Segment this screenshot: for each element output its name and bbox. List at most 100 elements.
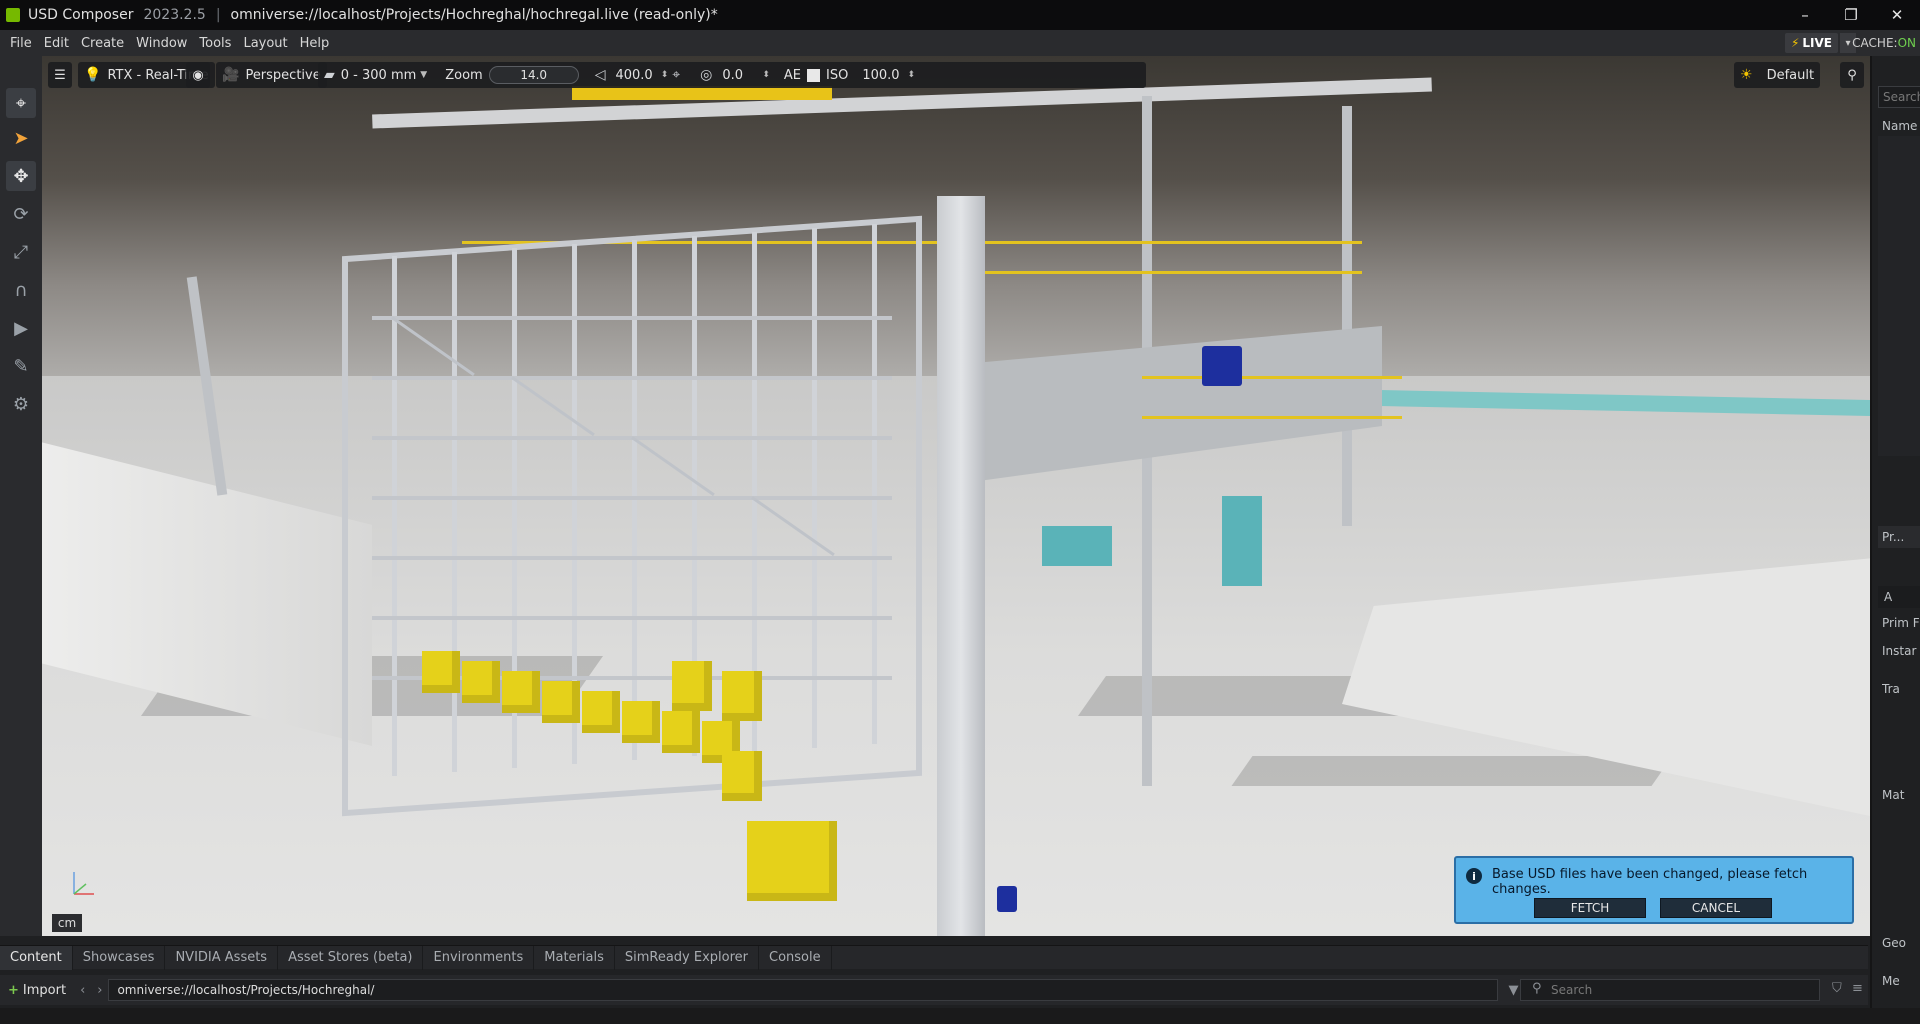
camera-label: Perspective <box>245 67 321 83</box>
stage-search-field[interactable]: Search <box>1878 86 1920 108</box>
unit-label: cm <box>52 914 82 932</box>
rotate-tool-icon[interactable]: ⟳ <box>6 199 36 229</box>
tab-materials[interactable]: Materials <box>534 945 615 970</box>
geometry-section[interactable]: Geo <box>1882 936 1920 950</box>
forward-arrow-icon[interactable]: › <box>91 983 108 998</box>
minimize-button[interactable]: – <box>1782 0 1828 30</box>
spinner-icon[interactable]: ⬍ <box>908 70 916 80</box>
import-button[interactable]: + Import <box>0 983 74 998</box>
menu-layout[interactable]: Layout <box>237 36 293 51</box>
snap-magnet-icon[interactable]: ∩ <box>6 275 36 305</box>
lens-icon: ▰ <box>324 67 335 83</box>
menu-tools[interactable]: Tools <box>193 36 237 51</box>
tab-simready-explorer[interactable]: SimReady Explorer <box>615 945 760 970</box>
viewport-settings-button[interactable]: ☰ <box>48 62 72 88</box>
tab-asset-stores[interactable]: Asset Stores (beta) <box>278 945 424 970</box>
spinner-icon[interactable]: ⬍ <box>661 70 669 80</box>
play-icon[interactable]: ▶ <box>6 313 36 343</box>
sun-icon: ☀ <box>1740 67 1753 83</box>
right-panel: Search Name Pr... A Prim F Instar Tra Ma… <box>1870 56 1920 1024</box>
zoom-field[interactable]: 14.0 <box>488 66 579 84</box>
title-bar: USD Composer 2023.2.5 | omniverse://loca… <box>0 0 1920 30</box>
target-icon[interactable]: ⌖ <box>672 67 680 83</box>
lens-dropdown[interactable]: 0 - 300 mm <box>341 68 417 83</box>
title-separator: | <box>215 7 221 23</box>
camera-settings-bar: ▰ 0 - 300 mm ▼ Zoom 14.0 ◁ 400.0 ⬍ ⌖ ◎ 0… <box>318 62 1146 88</box>
auto-exposure-label: AE <box>783 67 801 83</box>
menu-create[interactable]: Create <box>75 36 130 51</box>
scene-shadow <box>1231 756 1673 786</box>
fstop-field[interactable]: 0.0 <box>718 68 758 83</box>
iso-label: ISO <box>826 67 849 83</box>
add-button[interactable]: A <box>1878 586 1920 608</box>
cache-status: CACHE:ON <box>1852 36 1916 50</box>
menu-bar: File Edit Create Window Tools Layout Hel… <box>0 30 1920 56</box>
viewport[interactable]: ☰ 💡 RTX - Real-Time ◉ 🎥 Perspective ▰ 0 … <box>42 56 1870 936</box>
tab-environments[interactable]: Environments <box>423 945 535 970</box>
scene-stacker-mast <box>937 196 985 936</box>
select-tool-icon[interactable]: ➤ <box>6 123 36 153</box>
content-search-input[interactable]: Search <box>1520 979 1820 1001</box>
content-path-field[interactable]: omniverse://localhost/Projects/Hochregha… <box>108 979 1499 1001</box>
search-icon: ⚲ <box>1532 981 1542 996</box>
info-icon: i <box>1466 868 1482 884</box>
lighting-button[interactable]: ☀ Default <box>1734 62 1821 88</box>
back-arrow-icon[interactable]: ‹ <box>74 983 91 998</box>
visibility-button[interactable]: ◉ <box>186 62 210 88</box>
window-controls: – ❐ ✕ <box>1782 0 1920 30</box>
live-button[interactable]: ⚡ LIVE <box>1784 33 1838 53</box>
scale-tool-icon[interactable]: ⤢ <box>6 237 36 267</box>
paint-brush-icon[interactable]: ✎ <box>6 351 36 381</box>
auto-exposure-checkbox[interactable] <box>807 68 820 82</box>
menu-icon[interactable]: ≡ <box>1846 981 1869 996</box>
import-label: Import <box>22 982 67 998</box>
status-bar <box>0 1008 1920 1024</box>
cancel-button[interactable]: CANCEL <box>1660 898 1772 918</box>
bottom-tab-bar: Content Showcases NVIDIA Assets Asset St… <box>0 945 1868 970</box>
close-button[interactable]: ✕ <box>1874 0 1920 30</box>
menu-help[interactable]: Help <box>294 36 336 51</box>
tab-nvidia-assets[interactable]: NVIDIA Assets <box>165 945 279 970</box>
menu-window[interactable]: Window <box>130 36 193 51</box>
plus-icon: + <box>8 982 19 998</box>
lightning-icon: ⚡ <box>1790 36 1800 50</box>
snap-camera-icon[interactable]: ⌖ <box>6 88 36 118</box>
lightbulb-icon: 💡 <box>84 67 102 83</box>
content-search-placeholder: Search <box>1551 983 1593 997</box>
left-toolbar: ⌖ ➤ ✥ ⟳ ⤢ ∩ ▶ ✎ ⚙ <box>0 56 42 936</box>
chevron-down-icon[interactable]: ▼ <box>420 70 427 80</box>
tab-content[interactable]: Content <box>0 945 73 970</box>
notification-message: Base USD files have been changed, please… <box>1492 867 1808 897</box>
content-path: omniverse://localhost/Projects/Hochregha… <box>117 983 375 997</box>
app-version: 2023.2.5 <box>143 7 206 23</box>
menu-file[interactable]: File <box>4 36 38 51</box>
stage-tree[interactable] <box>1878 136 1920 456</box>
aperture-icon: ◎ <box>700 67 713 83</box>
cache-label: CACHE: <box>1852 36 1898 50</box>
camera-button[interactable]: 🎥 Perspective <box>216 62 327 88</box>
fetch-button[interactable]: FETCH <box>1534 898 1646 918</box>
tab-showcases[interactable]: Showcases <box>73 945 166 970</box>
camera-icon: 🎥 <box>222 67 240 83</box>
live-label: LIVE <box>1802 36 1832 50</box>
focus-distance-field[interactable]: 400.0 <box>611 68 656 83</box>
location-pin-icon: ⚲ <box>1847 67 1857 83</box>
file-path: omniverse://localhost/Projects/Hochregha… <box>230 7 718 23</box>
eye-icon: ◉ <box>192 67 204 83</box>
mesh-section[interactable]: Me <box>1882 974 1920 988</box>
physics-icon[interactable]: ⚙ <box>6 389 36 419</box>
location-button[interactable]: ⚲ <box>1840 62 1864 88</box>
menu-edit[interactable]: Edit <box>38 36 75 51</box>
iso-field[interactable]: 100.0 <box>858 68 903 83</box>
material-section[interactable]: Mat <box>1882 788 1920 802</box>
property-tab[interactable]: Pr... <box>1878 526 1920 548</box>
fetch-notification: i Base USD files have been changed, plea… <box>1454 856 1854 924</box>
maximize-button[interactable]: ❐ <box>1828 0 1874 30</box>
app-logo-icon <box>6 8 20 22</box>
move-tool-icon[interactable]: ✥ <box>6 161 36 191</box>
scene-motor <box>997 886 1017 912</box>
filter-icon[interactable]: ⛉ <box>1826 981 1848 996</box>
spinner-icon[interactable]: ⬍ <box>762 70 770 80</box>
transform-section[interactable]: Tra <box>1882 682 1920 696</box>
tab-console[interactable]: Console <box>759 945 832 970</box>
